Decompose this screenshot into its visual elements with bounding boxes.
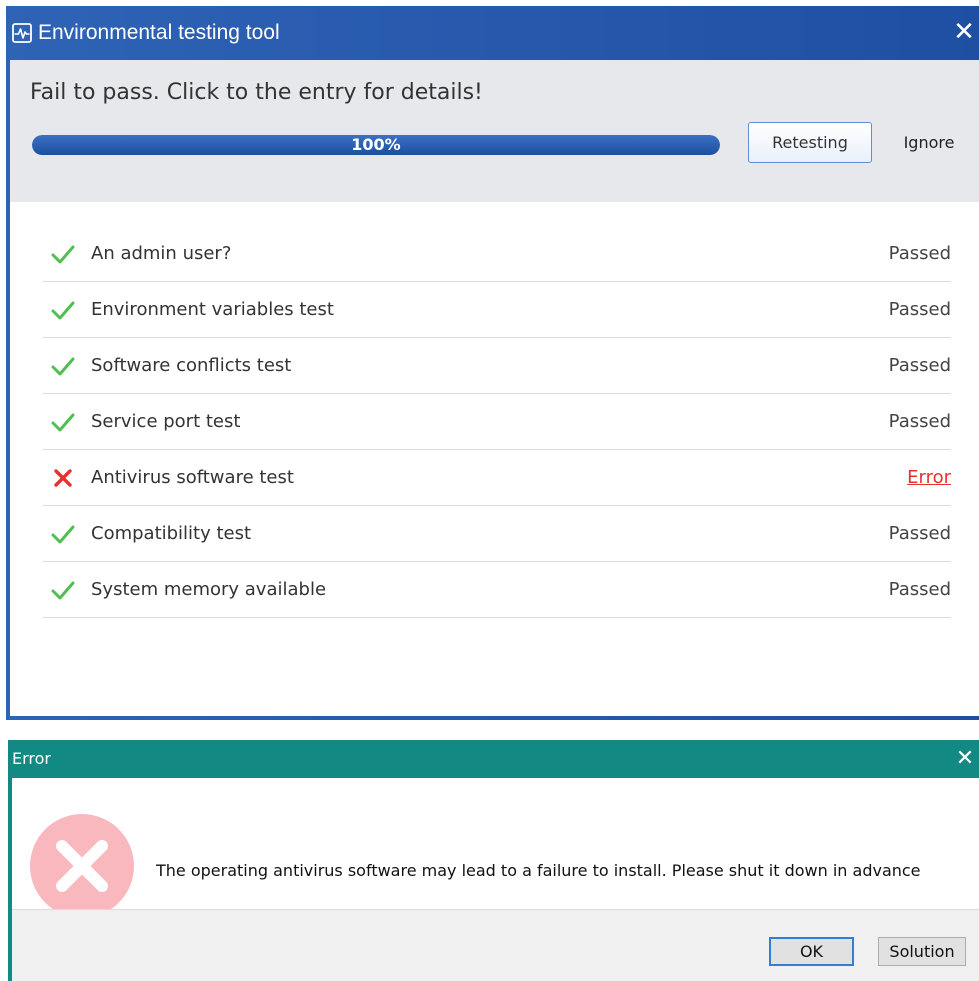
red-x-icon [54, 469, 72, 487]
result-summary: Fail to pass. Click to the entry for det… [30, 80, 483, 105]
window-title: Environmental testing tool [38, 21, 280, 44]
retesting-button[interactable]: Retesting [748, 122, 872, 163]
summary-panel: Fail to pass. Click to the entry for det… [10, 60, 979, 202]
test-name: Service port test [91, 411, 241, 432]
error-dialog: Error ✕ The operating antivirus software… [8, 740, 979, 981]
test-status: Passed [888, 299, 951, 320]
test-row[interactable]: Software conflicts test Passed [43, 338, 951, 394]
test-status: Passed [888, 355, 951, 376]
test-name: Software conflicts test [91, 355, 292, 376]
progress-bar: 100% [32, 135, 720, 155]
window-body: Fail to pass. Click to the entry for det… [10, 60, 979, 716]
window-title-bar[interactable]: Environmental testing tool ✕ [6, 6, 979, 60]
error-circle-icon [30, 814, 134, 918]
test-status: Passed [888, 411, 951, 432]
error-message: The operating antivirus software may lea… [156, 861, 921, 880]
test-status: Passed [888, 579, 951, 600]
error-link[interactable]: Error [907, 463, 951, 493]
checkmark-icon [51, 301, 75, 320]
dialog-content: The operating antivirus software may lea… [12, 778, 979, 918]
close-icon[interactable]: ✕ [952, 745, 978, 773]
solution-button[interactable]: Solution [878, 937, 966, 966]
close-icon[interactable]: ✕ [950, 17, 978, 47]
environment-test-window: Environmental testing tool ✕ Fail to pas… [6, 6, 979, 720]
test-row[interactable]: Service port test Passed [43, 394, 951, 450]
pulse-monitor-icon [12, 23, 32, 43]
test-row[interactable]: Antivirus software test Error [43, 450, 951, 506]
test-name: Antivirus software test [91, 467, 294, 488]
test-status: Passed [888, 523, 951, 544]
test-name: Environment variables test [91, 299, 334, 320]
ignore-button[interactable]: Ignore [894, 122, 964, 163]
checkmark-icon [51, 245, 75, 264]
test-name: System memory available [91, 579, 327, 600]
test-name: Compatibility test [91, 523, 252, 544]
checkmark-icon [51, 413, 75, 432]
test-row[interactable]: Environment variables test Passed [43, 282, 951, 338]
dialog-button-bar: OK Solution [12, 909, 979, 981]
test-row[interactable]: An admin user? Passed [43, 226, 951, 282]
test-list: An admin user? Passed Environment variable… [43, 226, 951, 618]
dialog-title-bar[interactable]: Error ✕ [8, 740, 979, 778]
checkmark-icon [51, 357, 75, 376]
dialog-title: Error [12, 749, 51, 768]
checkmark-icon [51, 581, 75, 600]
test-row[interactable]: Compatibility test Passed [43, 506, 951, 562]
test-name: An admin user? [91, 243, 232, 264]
checkmark-icon [51, 525, 75, 544]
test-status: Passed [888, 243, 951, 264]
test-row[interactable]: System memory available Passed [43, 562, 951, 618]
progress-label: 100% [351, 135, 401, 154]
ok-button[interactable]: OK [769, 937, 854, 966]
